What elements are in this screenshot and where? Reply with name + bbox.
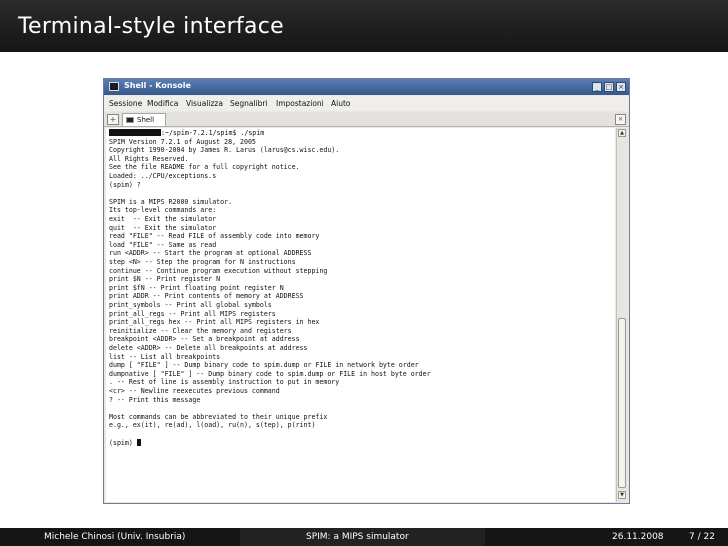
terminal-tab-icon <box>126 117 134 123</box>
scroll-down-icon[interactable]: ▼ <box>618 491 626 499</box>
close-tab-icon[interactable]: × <box>615 114 626 125</box>
terminal-line: continue -- Continue program execution w… <box>109 266 328 275</box>
slide-title: Terminal-style interface <box>18 14 284 39</box>
menu-segnalibri[interactable]: Segnalibri <box>230 99 268 108</box>
terminal-line: See the file README for a full copyright… <box>109 163 300 172</box>
terminal-line: SPIM is a MIPS R2000 simulator. <box>109 197 233 206</box>
terminal-line: print ADDR -- Print contents of memory a… <box>109 292 304 301</box>
menu-impostazioni[interactable]: Impostazioni <box>276 99 324 108</box>
terminal-line: delete <ADDR> -- Delete all breakpoints … <box>109 344 308 352</box>
prompt-command: :~/spim-7.2.1/spim$ ./spim <box>161 129 265 137</box>
terminal-line: e.g., ex(it), re(ad), l(oad), ru(n), s(t… <box>109 421 316 430</box>
window-title: Shell - Konsole <box>124 81 191 90</box>
terminal-line: Most commands can be abbreviated to thei… <box>109 412 328 421</box>
scroll-up-icon[interactable]: ▲ <box>618 129 626 137</box>
prompt-line: :~/spim-7.2.1/spim$ ./spim <box>109 129 264 138</box>
terminal-line: breakpoint <ADDR> -- Set a breakpoint at… <box>109 335 300 344</box>
terminal-line: exit -- Exit the simulator <box>109 215 217 223</box>
tab-shell[interactable]: Shell <box>122 113 166 126</box>
terminal-app-icon <box>109 82 119 91</box>
terminal-output[interactable]: :~/spim-7.2.1/spim$ ./spim SPIM Version … <box>106 128 615 502</box>
footer-left: Michele Chinosi (Univ. Insubria) <box>0 528 240 546</box>
close-button[interactable]: × <box>616 82 626 92</box>
window-titlebar[interactable]: Shell - Konsole _ □ × <box>104 79 629 95</box>
terminal-line: Its top-level commands are: <box>109 206 217 215</box>
footer-middle: SPIM: a MIPS simulator <box>240 528 485 546</box>
vertical-scrollbar[interactable]: ▲ ▼ <box>616 128 627 502</box>
menubar: Sessione Modifica Visualizza Segnalibri … <box>104 96 629 111</box>
footer-date: 26.11.2008 <box>612 532 664 542</box>
terminal-line: Copyright 1990-2004 by James R. Larus (l… <box>109 146 340 155</box>
terminal-line: dump [ "FILE" ] -- Dump binary code to s… <box>109 361 419 370</box>
slide-header: Terminal-style interface <box>0 0 728 52</box>
terminal-line: All Rights Reserved. <box>109 154 189 163</box>
terminal-line: <cr> -- Newline reexecutes previous comm… <box>109 387 280 395</box>
footer-talk-title: SPIM: a MIPS simulator <box>306 532 409 542</box>
terminal-line: load "FILE" -- Same as read <box>109 240 217 249</box>
footer-right: 26.11.2008 7 / 22 <box>485 528 728 546</box>
cursor-icon <box>136 438 141 446</box>
terminal-line: (spim) ? <box>109 180 141 189</box>
footer-page-number: 7 / 22 <box>689 532 715 542</box>
terminal-line: step <N> -- Step the program for N instr… <box>109 258 296 266</box>
terminal-line: Loaded: ../CPU/exceptions.s <box>109 172 217 180</box>
terminal-line: run <ADDR> -- Start the program at optio… <box>109 249 312 258</box>
footer-author: Michele Chinosi (Univ. Insubria) <box>44 532 186 542</box>
menu-sessione[interactable]: Sessione <box>109 99 142 108</box>
terminal-line: quit -- Exit the simulator <box>109 223 217 232</box>
tab-bar: + Shell × <box>104 112 629 127</box>
menu-visualizza[interactable]: Visualizza <box>186 99 223 108</box>
maximize-button[interactable]: □ <box>604 82 614 92</box>
menu-modifica[interactable]: Modifica <box>147 99 178 108</box>
terminal-line: list -- List all breakpoints <box>109 352 221 361</box>
terminal-line: print $fN -- Print floating point regist… <box>109 283 284 292</box>
scroll-thumb[interactable] <box>618 318 626 488</box>
terminal-line: print_all_regs hex -- Print all MIPS reg… <box>109 318 320 327</box>
terminal-line: dumpnative [ "FILE" ] -- Dump binary cod… <box>109 369 431 378</box>
redacted-username <box>109 129 161 136</box>
slide-footer: Michele Chinosi (Univ. Insubria) SPIM: a… <box>0 528 728 546</box>
terminal-line: print_symbols -- Print all global symbol… <box>109 301 272 309</box>
tab-label: Shell <box>137 116 155 124</box>
terminal-line: read "FILE" -- Read FILE of assembly cod… <box>109 232 320 241</box>
final-prompt-line: (spim) <box>109 438 141 448</box>
terminal-line: print $N -- Print register N <box>109 275 221 284</box>
terminal-line: . -- Rest of line is assembly instructio… <box>109 378 340 387</box>
menu-aiuto[interactable]: Aiuto <box>331 99 351 108</box>
terminal-line: print_all_regs -- Print all MIPS registe… <box>109 309 276 318</box>
terminal-line: ? -- Print this message <box>109 395 201 404</box>
terminal-line: SPIM Version 7.2.1 of August 28, 2005 <box>109 137 256 146</box>
final-prompt: (spim) <box>109 438 137 447</box>
konsole-window: Shell - Konsole _ □ × Sessione Modifica … <box>103 78 630 504</box>
minimize-button[interactable]: _ <box>592 82 602 92</box>
new-tab-icon[interactable]: + <box>107 114 119 125</box>
terminal-line: reinitialize -- Clear the memory and reg… <box>109 326 292 335</box>
